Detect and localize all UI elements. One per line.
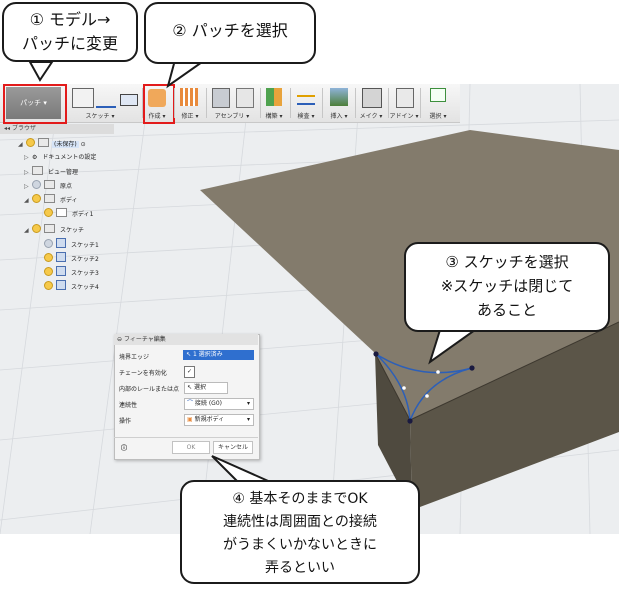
callout-2: ② パッチを選択 bbox=[144, 2, 316, 64]
callout-4-line2: 連続性は周囲面との接続 bbox=[223, 514, 377, 530]
callout-4: ④ 基本そのままでOK 連続性は周囲面との接続 がうまくいかないときに 弄るとい… bbox=[180, 480, 420, 584]
callout-3-line3: あること bbox=[476, 301, 537, 319]
callout-1-line1: ① モデル→ bbox=[29, 10, 111, 29]
callout-1-line2: パッチに変更 bbox=[21, 34, 118, 53]
callout-1: ① モデル→ パッチに変更 bbox=[2, 2, 138, 62]
callout-4-line4: 弄るといい bbox=[265, 560, 335, 576]
callout-3-line1: ③ スケッチを選択 bbox=[445, 253, 569, 271]
callout-3-pointer bbox=[428, 329, 479, 365]
callout-2-line1: ② パッチを選択 bbox=[172, 21, 288, 40]
callout-3-line2: ※スケッチは閉じて bbox=[440, 277, 574, 295]
callout-4-line1: ④ 基本そのままでOK bbox=[232, 491, 368, 507]
callout-3: ③ スケッチを選択 ※スケッチは閉じて あること bbox=[404, 242, 610, 332]
callout-1-pointer bbox=[28, 61, 54, 82]
callout-4-line3: がうまくいかないときに bbox=[223, 537, 377, 553]
